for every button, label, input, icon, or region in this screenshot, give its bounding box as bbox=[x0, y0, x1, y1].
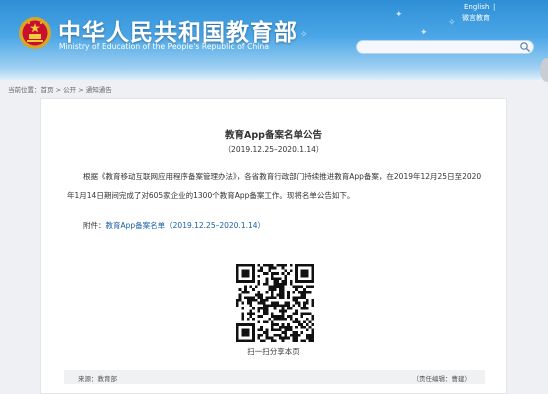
qr-caption: 扫一扫分享本页 bbox=[247, 347, 300, 356]
article-source: 来源：教育部 bbox=[78, 375, 117, 383]
breadcrumb-notices[interactable]: 通知通告 bbox=[86, 86, 112, 94]
article-body: 根据《教育移动互联网应用程序备案管理办法》，各省教育行政部门持续推进教育App备… bbox=[67, 167, 485, 205]
lang-separator: | bbox=[493, 3, 496, 11]
weiyan-jiaoyu-link[interactable]: 微言教育 bbox=[462, 13, 490, 23]
attachment-label: 附件： bbox=[83, 221, 106, 230]
breadcrumb-separator: > bbox=[78, 86, 84, 94]
article-card: 教育App备案名单公告 （2019.12.25–2020.1.14） 根据《教育… bbox=[40, 98, 507, 394]
sparkle-decoration: ✦ bbox=[420, 28, 428, 38]
article-date-range: （2019.12.25–2020.1.14） bbox=[223, 145, 324, 154]
breadcrumb-open[interactable]: 公开 bbox=[63, 86, 76, 94]
breadcrumb: 当前位置：首页 > 公开 > 通知通告 bbox=[8, 84, 112, 94]
national-emblem-icon[interactable] bbox=[18, 15, 52, 51]
english-link[interactable]: English bbox=[464, 3, 489, 11]
side-float-icon[interactable] bbox=[540, 58, 548, 82]
sparkle-decoration: ✧ bbox=[300, 30, 308, 40]
site-subtitle: Ministry of Education of the People's Re… bbox=[59, 42, 270, 51]
search-icon[interactable] bbox=[519, 41, 531, 53]
attachment-link[interactable]: 教育App备案名单（2019.12.25–2020.1.14） bbox=[106, 221, 266, 230]
article-footer: 来源：教育部 （责任编辑：曹建） bbox=[64, 370, 485, 384]
article-editor: （责任编辑：曹建） bbox=[412, 375, 472, 383]
search-box bbox=[356, 40, 534, 54]
search-input[interactable] bbox=[363, 41, 513, 53]
breadcrumb-prefix: 当前位置： bbox=[8, 86, 41, 94]
article-title: 教育App备案名单公告 bbox=[225, 130, 322, 141]
breadcrumb-separator: > bbox=[55, 86, 62, 94]
article-body-text: 根据《教育移动互联网应用程序备案管理办法》，各省教育行政部门持续推进教育App备… bbox=[67, 172, 482, 200]
breadcrumb-home[interactable]: 首页 bbox=[41, 86, 54, 94]
site-header: ✦ ✦ ✧ ✧ 中华人民共和国教育部 Ministry of Education… bbox=[0, 0, 548, 80]
sparkle-decoration: ✦ bbox=[395, 10, 403, 20]
attachment: 附件：教育App备案名单（2019.12.25–2020.1.14） bbox=[83, 220, 265, 231]
sparkle-decoration: ✧ bbox=[448, 18, 456, 28]
qr-code-icon bbox=[236, 264, 314, 342]
